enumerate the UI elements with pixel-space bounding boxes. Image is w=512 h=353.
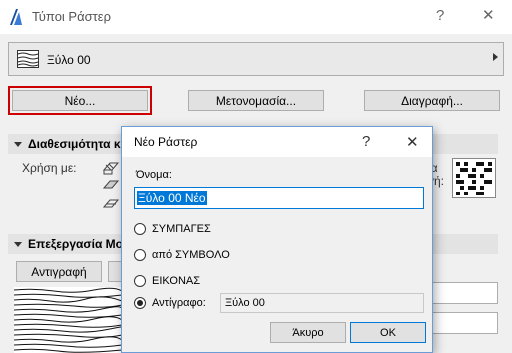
selected-raster-name: Ξύλο 00 bbox=[47, 53, 91, 67]
delete-button[interactable]: Διαγραφή... bbox=[364, 90, 500, 111]
cancel-button[interactable]: Άκυρο bbox=[270, 322, 346, 343]
option-solid-radio[interactable] bbox=[134, 223, 146, 235]
collapse-triangle-icon bbox=[14, 141, 22, 147]
element-type-icons bbox=[102, 162, 120, 208]
copy-source-value: Ξύλο 00 bbox=[225, 297, 265, 309]
close-icon[interactable]: ✕ bbox=[406, 133, 419, 151]
option-symbol-radio[interactable] bbox=[134, 249, 146, 261]
wood-pattern-icon bbox=[17, 50, 39, 68]
dialog-title: Νέο Ράστερ bbox=[134, 135, 198, 149]
dialog-titlebar: Νέο Ράστερ ? ✕ bbox=[122, 127, 432, 157]
copy-button[interactable]: Αντιγραφή bbox=[16, 261, 102, 282]
name-input-value: Ξύλο 00 Νέο bbox=[137, 191, 207, 205]
copy-source-field: Ξύλο 00 bbox=[220, 293, 424, 313]
new-button[interactable]: Νέο... bbox=[12, 90, 148, 111]
option-image-label: ΕΙΚΟΝΑΣ bbox=[152, 275, 201, 287]
option-solid-label: ΣΥΜΠΑΓΕΣ bbox=[152, 223, 211, 235]
name-label: Όνομα: bbox=[136, 169, 172, 181]
value-field-2[interactable] bbox=[432, 312, 498, 334]
pattern-editor-canvas[interactable] bbox=[14, 287, 122, 353]
chevron-right-icon bbox=[493, 53, 498, 61]
option-copy-radio[interactable] bbox=[134, 297, 146, 309]
name-input[interactable]: Ξύλο 00 Νέο bbox=[134, 187, 424, 209]
availability-header-label: Διαθεσιμότητα κ bbox=[28, 137, 121, 151]
editing-header-label: Επεξεργασία Μο bbox=[28, 237, 123, 251]
option-copy-label: Αντίγραφο: bbox=[152, 297, 206, 309]
ok-button[interactable]: OK bbox=[350, 322, 426, 343]
help-icon[interactable]: ? bbox=[436, 7, 444, 24]
help-icon[interactable]: ? bbox=[362, 133, 370, 150]
app-icon bbox=[10, 9, 22, 25]
window-title: Τύποι Ράστερ bbox=[32, 9, 111, 24]
main-titlebar: Τύποι Ράστερ ? ✕ bbox=[0, 0, 512, 34]
option-symbol-label: από ΣΥΜΒΟΛΟ bbox=[152, 249, 230, 261]
pattern-preview bbox=[452, 158, 496, 198]
new-raster-dialog: Νέο Ράστερ ? ✕ Όνομα: Ξύλο 00 Νέο ΣΥΜΠΑΓ… bbox=[121, 126, 433, 353]
close-icon[interactable]: ✕ bbox=[482, 6, 495, 24]
collapse-triangle-icon bbox=[14, 241, 22, 247]
use-with-label: Χρήση με: bbox=[22, 161, 77, 175]
rename-button[interactable]: Μετονομασία... bbox=[188, 90, 324, 111]
value-field-1[interactable] bbox=[432, 282, 498, 304]
option-image-radio[interactable] bbox=[134, 275, 146, 287]
raster-selector[interactable]: Ξύλο 00 bbox=[8, 42, 504, 76]
